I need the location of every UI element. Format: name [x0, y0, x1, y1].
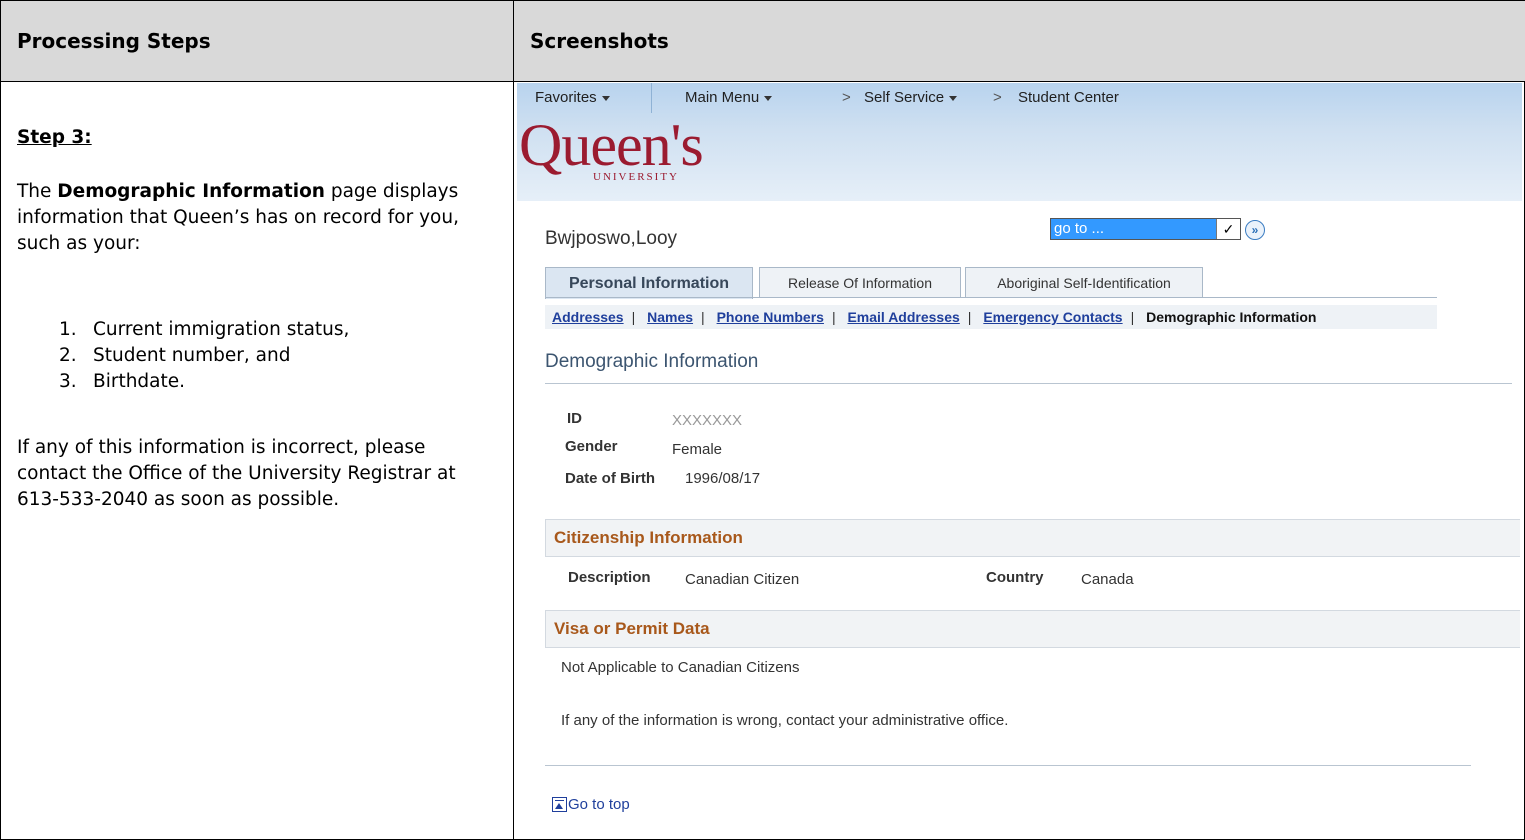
- caret-down-icon: [764, 95, 773, 101]
- main-menu[interactable]: Main Menu: [685, 89, 773, 106]
- steps-list: 1. Current immigration status, 2. Student …: [59, 317, 349, 395]
- tab-aboriginal-self-identification[interactable]: Aboriginal Self-Identification: [965, 267, 1203, 297]
- header-screenshots: Screenshots: [530, 29, 669, 53]
- page-title: Demographic Information: [545, 351, 759, 372]
- heading-divider: [545, 383, 1512, 384]
- bottom-divider: [545, 765, 1471, 766]
- goto-select[interactable]: go to ... ✓: [1050, 218, 1241, 240]
- breadcrumb-separator: >: [993, 89, 1002, 106]
- sub-navigation: Addresses | Names | Phone Numbers | Email A…: [545, 305, 1437, 329]
- gender-label: Gender: [565, 438, 618, 455]
- screenshot-panel: Favorites Main Menu > Self Service > Stu…: [517, 83, 1522, 839]
- list-item: 1. Current immigration status,: [59, 319, 350, 340]
- link-phone-numbers[interactable]: Phone Numbers: [717, 309, 824, 325]
- student-name: Bwjposwo,Looy: [545, 228, 678, 249]
- list-item: 2. Student number, and: [59, 345, 291, 366]
- dob-value: 1996/08/17: [685, 470, 761, 487]
- breadcrumb-student-center[interactable]: Student Center: [1018, 89, 1119, 106]
- portal-header: Favorites Main Menu > Self Service > Stu…: [517, 83, 1522, 201]
- description-value: Canadian Citizen: [685, 571, 800, 588]
- list-item: 3. Birthdate.: [59, 371, 186, 392]
- visa-note: Not Applicable to Canadian Citizens: [561, 659, 800, 676]
- visa-section-header: Visa or Permit Data: [545, 610, 1520, 648]
- self-service-menu[interactable]: Self Service: [864, 89, 958, 106]
- caret-down-icon: [601, 95, 610, 101]
- tab-underline: [545, 297, 1437, 298]
- dropdown-chevron-icon[interactable]: ✓: [1216, 219, 1240, 239]
- link-emergency-contacts[interactable]: Emergency Contacts: [983, 309, 1122, 325]
- footer-note: If any of the information is wrong, cont…: [561, 712, 1009, 729]
- country-label: Country: [986, 569, 1044, 586]
- link-addresses[interactable]: Addresses: [552, 309, 624, 325]
- description-label: Description: [568, 569, 651, 586]
- contact-paragraph: If any of this information is incorrect,…: [17, 437, 456, 510]
- go-to-top-link[interactable]: Go to top: [552, 796, 630, 813]
- caret-down-icon: [949, 95, 958, 101]
- link-names[interactable]: Names: [647, 309, 693, 325]
- citizenship-title: Citizenship Information: [554, 528, 743, 547]
- intro-paragraph: The Demographic Information page display…: [17, 181, 459, 254]
- header-processing-steps: Processing Steps: [17, 29, 211, 53]
- visa-title: Visa or Permit Data: [554, 619, 710, 638]
- dob-label: Date of Birth: [565, 470, 655, 487]
- id-label: ID: [567, 410, 582, 427]
- go-to-top-icon: [552, 797, 567, 812]
- favorites-menu[interactable]: Favorites: [535, 89, 610, 106]
- tab-personal-information[interactable]: Personal Information: [545, 267, 753, 299]
- double-chevron-icon[interactable]: »: [1245, 220, 1265, 240]
- column-divider: [513, 1, 514, 840]
- gender-value: Female: [672, 441, 723, 458]
- current-page-demographic: Demographic Information: [1146, 309, 1317, 325]
- tab-release-of-information[interactable]: Release Of Information: [759, 267, 961, 297]
- breadcrumb-separator: >: [842, 89, 851, 106]
- queens-logo: Queen's UNIVERSITY: [519, 112, 704, 183]
- bold-page-name: Demographic Information: [57, 181, 325, 202]
- country-value: Canada: [1081, 571, 1134, 588]
- link-email-addresses[interactable]: Email Addresses: [847, 309, 959, 325]
- step-title: Step 3:: [17, 127, 92, 148]
- citizenship-section-header: Citizenship Information: [545, 519, 1520, 557]
- document-table: Processing Steps Screenshots Step 3: The…: [0, 0, 1525, 840]
- id-value: XXXXXXX: [672, 412, 743, 429]
